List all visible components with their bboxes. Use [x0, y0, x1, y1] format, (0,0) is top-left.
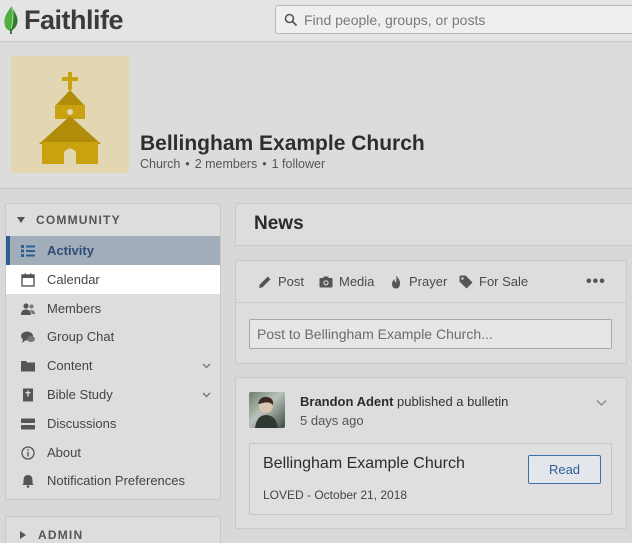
- community-section-header[interactable]: COMMUNITY: [6, 204, 220, 236]
- news-title: News: [254, 213, 304, 234]
- bell-icon: [21, 474, 35, 488]
- expand-triangle-icon: [20, 531, 26, 539]
- pencil-icon: [259, 276, 271, 288]
- members-count[interactable]: 2 members: [195, 157, 258, 171]
- sidebar-item-label: Calendar: [47, 272, 100, 287]
- tab-label: Prayer: [409, 274, 448, 289]
- sidebar-item-label: Activity: [47, 243, 94, 258]
- tab-label: Media: [339, 274, 375, 289]
- post-input[interactable]: [249, 319, 612, 349]
- discussions-icon: [21, 417, 35, 431]
- sidebar-item-activity[interactable]: Activity: [6, 236, 220, 265]
- tag-icon: [459, 275, 473, 288]
- chevron-down-icon[interactable]: [202, 390, 211, 399]
- composer-tabs: Post Media Prayer For Sale •••: [236, 261, 626, 303]
- post-composer: Post Media Prayer For Sale •••: [235, 260, 627, 364]
- community-sidebar: COMMUNITY Activity Calendar Members Grou…: [5, 203, 221, 500]
- meta-separator: •: [262, 157, 267, 171]
- search-box[interactable]: [275, 5, 632, 34]
- sidebar-item-about[interactable]: About: [6, 438, 220, 467]
- sidebar-item-group-chat[interactable]: Group Chat: [6, 322, 220, 351]
- flame-icon: [391, 275, 401, 288]
- tab-media[interactable]: Media: [319, 274, 374, 289]
- sidebar-item-bible-study[interactable]: Bible Study: [6, 380, 220, 409]
- admin-section[interactable]: ADMIN: [5, 516, 221, 543]
- feed-timestamp[interactable]: 5 days ago: [300, 413, 364, 428]
- feed-action: published a bulletin: [397, 394, 509, 409]
- collapse-triangle-icon: [17, 217, 25, 223]
- group-meta: Church • 2 members • 1 follower: [140, 157, 325, 171]
- tab-label: For Sale: [479, 274, 529, 289]
- folder-icon: [21, 359, 35, 373]
- sidebar-item-members[interactable]: Members: [6, 294, 220, 323]
- sidebar-item-notification-preferences[interactable]: Notification Preferences: [6, 466, 220, 495]
- bible-icon: [21, 388, 35, 402]
- members-icon: [21, 302, 35, 316]
- admin-section-header[interactable]: ADMIN: [20, 528, 83, 542]
- sidebar-item-label: Bible Study: [47, 387, 113, 402]
- sidebar-item-label: About: [47, 445, 81, 460]
- author-name[interactable]: Brandon Adent: [300, 394, 393, 409]
- tab-post[interactable]: Post: [258, 274, 304, 289]
- group-banner: Bellingham Example Church Church • 2 membe…: [0, 43, 632, 189]
- group-type[interactable]: Church: [140, 157, 180, 171]
- sidebar-item-discussions[interactable]: Discussions: [6, 409, 220, 438]
- author-avatar[interactable]: [249, 392, 285, 428]
- group-avatar[interactable]: [11, 56, 129, 173]
- feed-headline: Brandon Adent published a bulletin: [300, 394, 508, 409]
- search-input[interactable]: [304, 6, 624, 33]
- sidebar-item-label: Members: [47, 301, 102, 316]
- top-bar: Faithlife: [0, 0, 632, 42]
- followers-count[interactable]: 1 follower: [272, 157, 326, 171]
- bulletin-title: Bellingham Example Church: [263, 455, 465, 472]
- group-name: Bellingham Example Church: [140, 132, 425, 155]
- activity-list-icon: [21, 244, 35, 258]
- camera-icon: [319, 276, 333, 287]
- sidebar-item-label: Content: [47, 358, 93, 373]
- chevron-down-icon[interactable]: [202, 361, 211, 370]
- faithlife-logo[interactable]: Faithlife: [2, 4, 124, 36]
- bulletin-card[interactable]: Bellingham Example Church LOVED - Octobe…: [249, 443, 612, 515]
- sidebar-item-calendar[interactable]: Calendar: [6, 265, 220, 294]
- more-options-button[interactable]: •••: [586, 273, 606, 291]
- news-header: News: [235, 203, 632, 246]
- bulletin-subtitle: LOVED - October 21, 2018: [263, 488, 408, 502]
- chevron-down-icon[interactable]: [596, 397, 607, 408]
- tab-for-sale[interactable]: For Sale: [459, 274, 528, 289]
- person-photo-icon: [255, 396, 278, 428]
- calendar-icon: [21, 273, 35, 287]
- community-title: COMMUNITY: [36, 213, 121, 227]
- sidebar-item-label: Group Chat: [47, 329, 115, 344]
- leaf-logo-icon: [4, 6, 18, 34]
- tab-prayer[interactable]: Prayer: [389, 274, 447, 289]
- chat-icon: [21, 330, 35, 344]
- sidebar-item-label: Notification Preferences: [47, 473, 186, 488]
- brand-name: Faithlife: [24, 4, 124, 35]
- admin-title: ADMIN: [38, 528, 84, 542]
- info-icon: [21, 445, 35, 460]
- sidebar-item-label: Discussions: [47, 416, 117, 431]
- tab-label: Post: [278, 274, 305, 289]
- meta-separator: •: [185, 157, 190, 171]
- search-icon: [284, 13, 298, 27]
- sidebar-item-content[interactable]: Content: [6, 351, 220, 380]
- church-icon: [39, 72, 101, 164]
- feed-item: Brandon Adent published a bulletin 5 day…: [235, 377, 627, 529]
- read-button[interactable]: Read: [528, 455, 601, 484]
